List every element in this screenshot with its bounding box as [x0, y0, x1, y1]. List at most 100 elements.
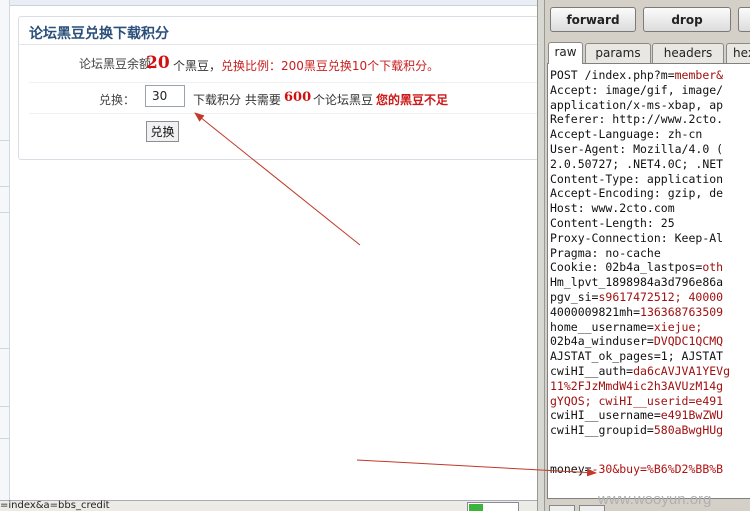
- line-value: 11%2FJzMmdW4ic2h3AVUzM14g: [550, 378, 724, 393]
- request-line: Content-Length: 25: [550, 216, 730, 231]
- sidebar-divider: [0, 348, 9, 349]
- row-divider: [29, 82, 537, 83]
- status-url: =index&a=bbs_credit: [0, 500, 110, 511]
- line-key: Proxy-Connection: Keep-Al: [550, 230, 724, 245]
- line-key: 02b4a_winduser=: [550, 334, 654, 349]
- unit-text: 下载积分 共需要: [193, 93, 281, 107]
- request-line: Referer: http://www.2cto.: [550, 112, 730, 127]
- request-line: pgv_si=s9617472512; 40000: [550, 290, 730, 305]
- request-line: gYQOS; cwiHI__userid=e491: [550, 394, 730, 409]
- balance-unit: 个黑豆，: [173, 59, 222, 73]
- insufficient-warning: 您的黑豆不足: [376, 93, 449, 107]
- need-value: 600: [284, 90, 312, 105]
- line-key: AJSTAT_ok_pages=1; AJSTAT: [550, 349, 724, 364]
- line-key: cwiHI__username=: [550, 408, 661, 423]
- request-line: Accept: image/gif, image/: [550, 83, 730, 98]
- request-line: application/x-ms-xbap, ap: [550, 98, 730, 113]
- request-line: cwiHI__groupid=580aBwgHUg: [550, 423, 730, 438]
- request-line: AJSTAT_ok_pages=1; AJSTAT: [550, 349, 730, 364]
- request-line: 11%2FJzMmdW4ic2h3AVUzM14g: [550, 379, 730, 394]
- line-value: oth: [702, 260, 724, 275]
- sidebar-divider: [0, 212, 9, 213]
- sidebar-divider: [0, 438, 9, 439]
- line-key: Host: www.2cto.com: [550, 201, 675, 216]
- sidebar-divider: [0, 140, 9, 141]
- body-key: money=: [550, 462, 592, 476]
- balance-value: 20: [146, 53, 170, 73]
- request-body: money=-30&buy=%B6%D2%BB%B: [550, 462, 723, 476]
- line-value: e491BwZWU: [660, 408, 724, 423]
- line-key: Referer: http://www.2cto.: [550, 112, 724, 127]
- watermark: www.wooyun.org: [598, 491, 712, 508]
- forward-button[interactable]: forward: [550, 7, 636, 32]
- line-key: Content-Type: application: [550, 171, 724, 186]
- line-key: POST /index.php?m=: [550, 68, 675, 82]
- request-line: home__username=xiejue;: [550, 320, 730, 335]
- sidebar-divider: [0, 406, 9, 407]
- request-line: Pragma: no-cache: [550, 246, 730, 261]
- line-key: cwiHI__groupid=: [550, 423, 654, 438]
- drop-button[interactable]: drop: [643, 7, 731, 32]
- line-value: gYQOS; cwiHI__userid=e491: [550, 393, 724, 408]
- tab-raw[interactable]: raw: [548, 42, 583, 64]
- line-key: Accept: image/gif, image/: [550, 82, 724, 97]
- line-value: 580aBwgHUg: [653, 423, 724, 438]
- line-key: Cookie: 02b4a_lastpos=: [550, 260, 703, 275]
- line-value: 136368763509: [640, 304, 724, 319]
- request-line: 2.0.50727; .NET4.0C; .NET: [550, 157, 730, 172]
- ratio-text: 兑换比例：200黑豆兑换10个下载积分。: [221, 59, 440, 73]
- top-strip: [10, 0, 537, 6]
- request-line: cwiHI__username=e491BwZWU: [550, 408, 730, 423]
- tab-params[interactable]: params: [585, 43, 651, 63]
- request-line: Hm_lpvt_1898984a3d796e86a: [550, 275, 730, 290]
- status-bar: =index&a=bbs_credit: [0, 500, 537, 511]
- request-editor[interactable]: POST /index.php?m=member& Accept: image/g…: [547, 63, 750, 499]
- balance-label: 论坛黑豆余额：: [78, 57, 163, 71]
- title-divider: [19, 44, 537, 45]
- tab-hex[interactable]: hex: [726, 43, 750, 63]
- footer-button[interactable]: [549, 505, 575, 511]
- more-button[interactable]: [738, 7, 750, 32]
- line-value: da6cAVJVA1YEVg: [633, 363, 731, 378]
- browser-pane: 论坛黑豆兑换下载积分 论坛黑豆余额： 20 个黑豆， 兑换比例：200黑豆兑换1…: [0, 0, 537, 511]
- line-key: 4000009821mh=: [550, 304, 641, 319]
- request-line: Host: www.2cto.com: [550, 201, 730, 216]
- line-key: application/x-ms-xbap, ap: [550, 97, 724, 112]
- need-unit: 个论坛黑豆: [313, 93, 374, 107]
- tab-headers[interactable]: headers: [652, 43, 724, 63]
- progress-fill: [469, 504, 483, 511]
- line-value: member&: [674, 68, 724, 82]
- line-key: Content-Length: 25: [550, 215, 675, 230]
- request-line: Cookie: 02b4a_lastpos=oth: [550, 260, 730, 275]
- card-title: 论坛黑豆兑换下载积分: [29, 26, 169, 42]
- line-key: Accept-Encoding: gzip, de: [550, 186, 724, 201]
- progress-bar: [467, 502, 519, 511]
- amount-input[interactable]: [145, 85, 185, 107]
- exchange-label: 兑换：: [98, 93, 135, 107]
- line-key: cwiHI__auth=: [550, 363, 634, 378]
- request-line: Accept-Language: zh-cn: [550, 127, 730, 142]
- request-line: Proxy-Connection: Keep-Al: [550, 231, 730, 246]
- left-sidebar: [0, 0, 10, 500]
- line-key: home__username=: [550, 319, 654, 334]
- line-value: s9617472512; 40000: [598, 289, 724, 304]
- row-divider: [29, 113, 537, 114]
- sidebar-divider: [0, 186, 9, 187]
- exchange-button[interactable]: 兑换: [146, 121, 179, 142]
- line-key: Accept-Language: zh-cn: [550, 127, 703, 142]
- request-line: POST /index.php?m=member&: [550, 68, 730, 83]
- body-value: -30&buy=%B6%D2%BB%B: [591, 462, 724, 476]
- line-key: Pragma: no-cache: [550, 245, 661, 260]
- line-key: User-Agent: Mozilla/4.0 (: [550, 141, 724, 156]
- line-key: Hm_lpvt_1898984a3d796e86a: [550, 275, 724, 290]
- line-value: xiejue;: [653, 319, 703, 334]
- request-headers: POST /index.php?m=member& Accept: image/g…: [550, 68, 730, 438]
- request-line: User-Agent: Mozilla/4.0 (: [550, 142, 730, 157]
- proxy-pane: forward drop raw params headers hex POST…: [545, 0, 750, 511]
- request-line: cwiHI__auth=da6cAVJVA1YEVg: [550, 364, 730, 379]
- request-line: 4000009821mh=136368763509: [550, 305, 730, 320]
- request-line: Content-Type: application: [550, 172, 730, 187]
- line-key: 2.0.50727; .NET4.0C; .NET: [550, 156, 724, 171]
- line-key: pgv_si=: [550, 289, 599, 304]
- pane-splitter[interactable]: [537, 0, 545, 511]
